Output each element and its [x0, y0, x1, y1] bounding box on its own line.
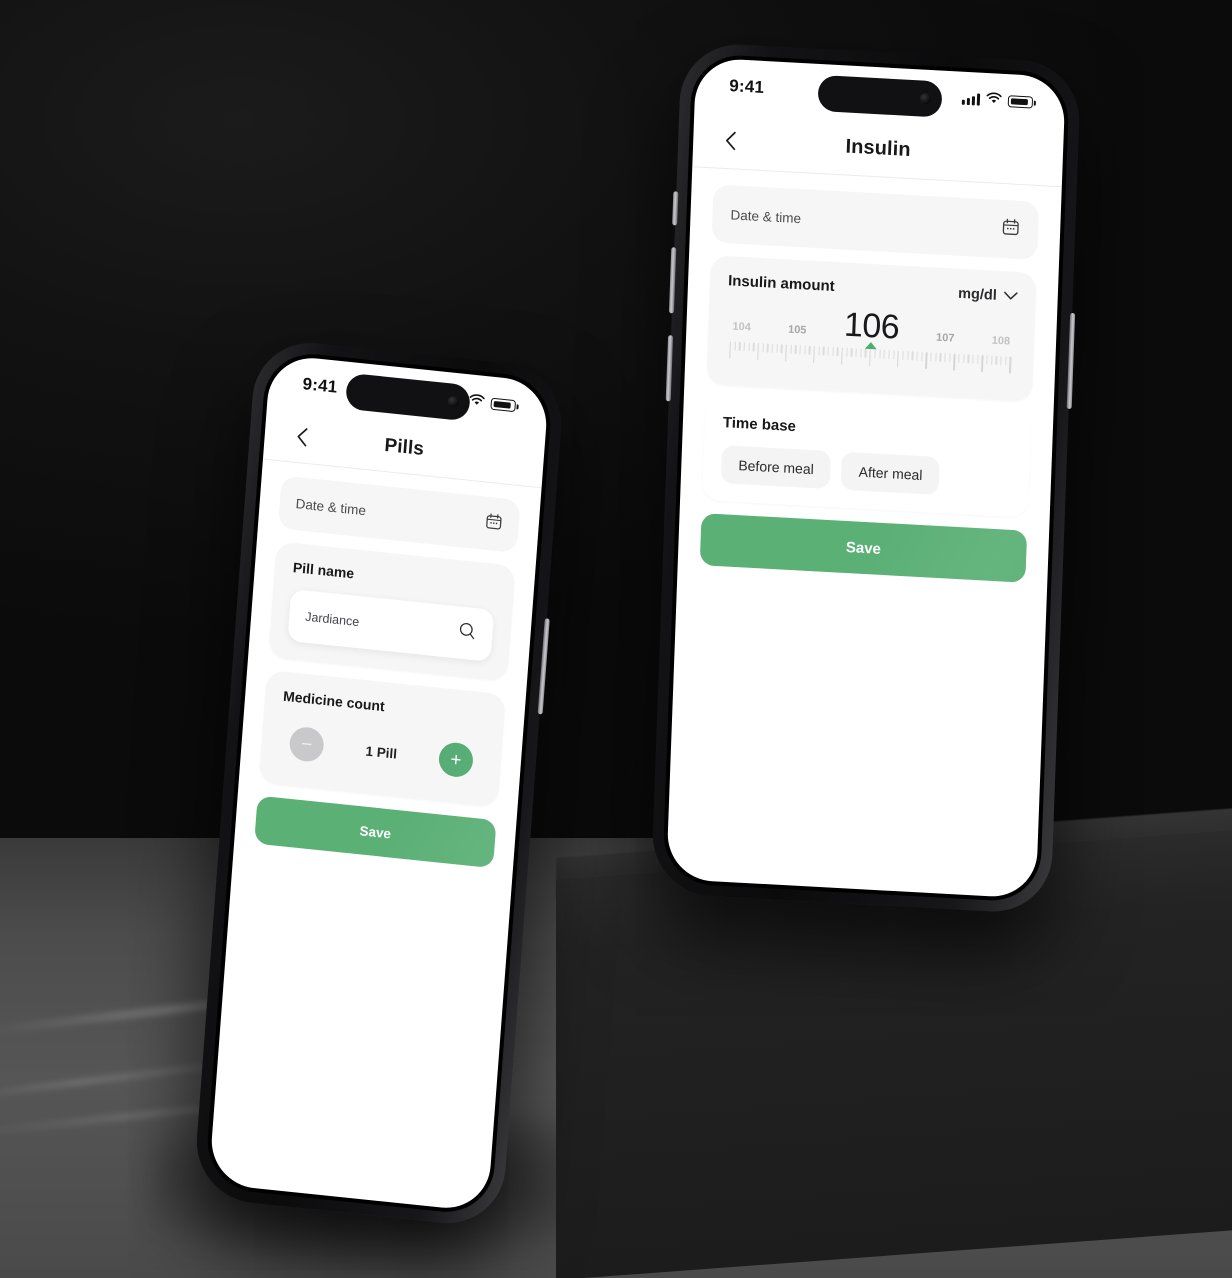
- battery-icon: [490, 397, 517, 413]
- phone-bezel: 9:41: [204, 349, 554, 1217]
- chevron-left-icon[interactable]: [290, 425, 314, 449]
- status-bar-indicators: [961, 90, 1034, 112]
- chevron-left-icon[interactable]: [719, 129, 742, 152]
- time-base-options: Before meal After meal: [720, 445, 1012, 499]
- time-base-title: Time base: [722, 414, 797, 436]
- unit-selector[interactable]: mg/dl: [958, 285, 1018, 304]
- decrement-button[interactable]: −: [288, 725, 325, 764]
- screen-content: Date & time: [678, 167, 1062, 584]
- insulin-ruler-slider[interactable]: 104 105 106 107 108: [725, 301, 1017, 383]
- insulin-amount-header: Insulin amount mg/dl: [728, 272, 1018, 305]
- phone-pills: 9:41 Pills Date & time Pill name Jardian…: [192, 337, 566, 1229]
- ruler-label: 107: [935, 331, 955, 345]
- pill-name-card: Pill name Jardiance: [268, 541, 516, 682]
- date-time-label: Date & time: [730, 206, 802, 226]
- screen-insulin: 9:41 Insulin Date & time Insulin amount …: [666, 57, 1066, 899]
- phone-insulin: 9:41 Insulin Date & time Insulin amount …: [650, 41, 1082, 915]
- date-time-label: Date & time: [295, 496, 367, 519]
- status-bar-time: 9:41: [302, 374, 339, 397]
- phone-bezel: 9:41: [662, 53, 1070, 903]
- wifi-icon: [468, 392, 485, 412]
- front-camera-icon: [919, 92, 932, 105]
- status-bar-time: 9:41: [728, 76, 765, 97]
- insulin-amount-title: Insulin amount: [727, 272, 835, 296]
- ruler-label: 104: [732, 320, 752, 334]
- mute-switch-button[interactable]: [672, 191, 679, 226]
- chevron-down-icon: [1003, 288, 1018, 305]
- increment-button[interactable]: +: [437, 741, 475, 779]
- calendar-icon[interactable]: [1001, 217, 1021, 242]
- pill-name-search-field[interactable]: Jardiance: [287, 589, 495, 662]
- wifi-icon: [986, 91, 1003, 110]
- volume-down-button[interactable]: [665, 335, 674, 402]
- insulin-amount-card: Insulin amount mg/dl 104 105 106 107 108: [706, 255, 1037, 402]
- save-button[interactable]: Save: [699, 513, 1028, 583]
- pill-name-value: Jardiance: [304, 609, 360, 630]
- time-base-card: Time base Before meal After meal: [702, 397, 1032, 518]
- unit-label: mg/dl: [957, 285, 998, 304]
- chip-before-meal[interactable]: Before meal: [720, 445, 832, 490]
- search-icon[interactable]: [457, 620, 478, 646]
- chip-after-meal[interactable]: After meal: [841, 451, 941, 495]
- pill-name-title: Pill name: [292, 559, 355, 582]
- volume-up-button[interactable]: [668, 247, 677, 314]
- date-time-field[interactable]: Date & time: [277, 475, 521, 554]
- medicine-count-value: 1 Pill: [365, 742, 398, 762]
- studio-scene: 9:41 Insulin Date & time Insulin amount …: [0, 0, 1232, 1278]
- ruler-caret-icon: [864, 341, 877, 350]
- dynamic-island: [344, 372, 472, 422]
- medicine-count-card: Medicine count − 1 Pill +: [258, 669, 506, 808]
- ruler-selected-value: 106: [843, 305, 900, 347]
- battery-icon: [1007, 95, 1034, 109]
- medicine-count-stepper: − 1 Pill +: [277, 716, 485, 788]
- dynamic-island: [817, 74, 943, 118]
- ruler-label: 108: [991, 334, 1011, 348]
- page-title: Insulin: [845, 135, 912, 161]
- front-camera-icon: [447, 395, 460, 408]
- screen-pills: 9:41 Pills Date & time Pill name Jardian…: [208, 353, 550, 1213]
- ruler-label: 105: [787, 323, 807, 337]
- screen-content: Date & time: [234, 459, 541, 870]
- calendar-icon[interactable]: [484, 512, 504, 537]
- date-time-field[interactable]: Date & time: [711, 184, 1040, 260]
- signal-bars-icon: [961, 93, 981, 106]
- save-button[interactable]: Save: [254, 795, 497, 869]
